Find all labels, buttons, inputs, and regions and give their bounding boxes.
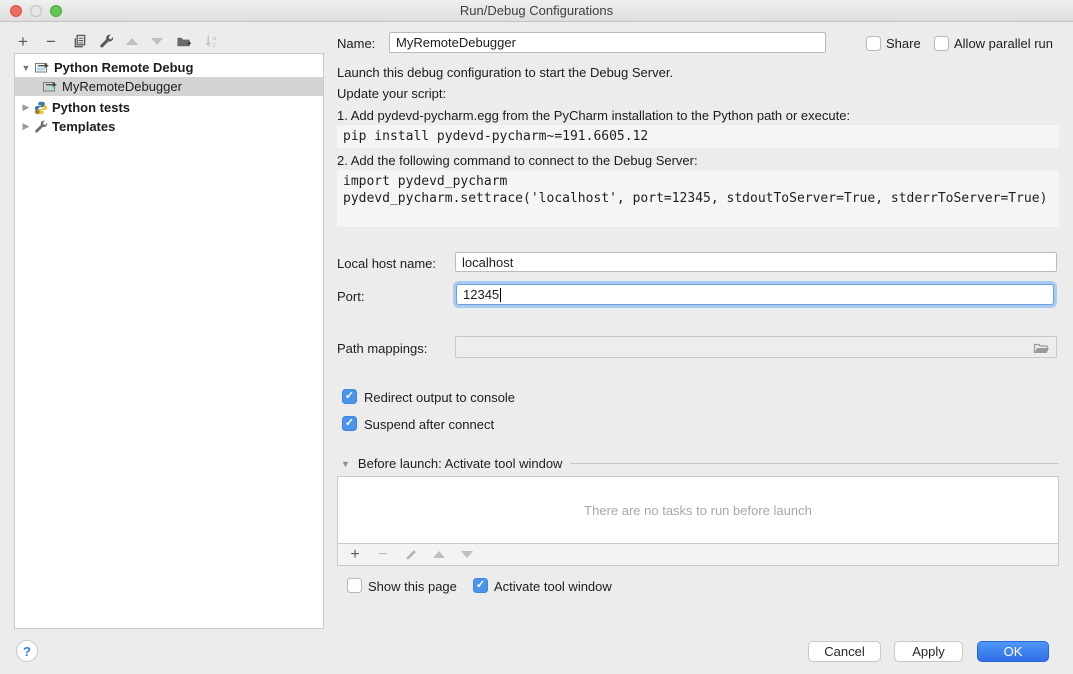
move-up-button[interactable] [122,32,142,50]
chevron-collapsed-icon[interactable]: ▶ [20,102,32,113]
plus-icon: + [350,547,359,563]
allow-parallel-run-label: Allow parallel run [954,36,1053,51]
sort-az-icon: a z [204,34,219,49]
titlebar: Run/Debug Configurations [0,0,1073,22]
pencil-icon [405,548,418,561]
question-mark-icon: ? [23,644,31,659]
chevron-expanded-icon[interactable]: ▼ [20,63,32,73]
settrace-code-line2: pydevd_pycharm.settrace('localhost', por… [343,191,1047,206]
instruction-step2: 2. Add the following command to connect … [337,153,698,168]
arrow-up-icon [433,551,445,558]
move-down-button[interactable] [147,32,167,50]
path-mappings-label: Path mappings: [337,341,427,356]
suspend-after-connect-label: Suspend after connect [364,417,494,432]
local-host-value: localhost [462,255,513,270]
tree-item-templates[interactable]: ▶ Templates [15,117,323,136]
allow-parallel-run-checkbox[interactable]: ✓ [934,36,949,51]
wrench-icon [99,34,114,49]
move-task-down-button[interactable] [458,551,476,558]
move-task-up-button[interactable] [430,551,448,558]
instruction-step1: 1. Add pydevd-pycharm.egg from the PyCha… [337,108,850,123]
name-label: Name: [337,36,375,51]
before-launch-header[interactable]: ▼ Before launch: Activate tool window [337,456,1059,471]
activate-tool-window-label: Activate tool window [494,579,612,594]
add-task-button[interactable]: + [346,547,364,563]
local-host-input[interactable]: localhost [455,252,1057,272]
empty-task-message: There are no tasks to run before launch [584,503,812,518]
before-launch-title: Before launch: Activate tool window [358,456,563,471]
tree-item-python-remote-debug[interactable]: ▼ Python Remote Debug [15,58,323,77]
add-configuration-button[interactable]: + [13,32,33,50]
remote-debug-icon [42,79,58,94]
redirect-output-checkbox[interactable]: ✓ [342,389,357,404]
redirect-output-label: Redirect output to console [364,390,515,405]
copy-configuration-button[interactable] [69,32,89,50]
arrow-up-icon [126,38,138,45]
arrow-down-icon [151,38,163,45]
help-button[interactable]: ? [16,640,38,662]
port-input[interactable]: 12345 [456,284,1054,305]
folder-plus-icon [176,34,192,49]
window-title: Run/Debug Configurations [0,3,1073,18]
activate-tool-window-checkbox[interactable]: ✓ [473,578,488,593]
apply-button[interactable]: Apply [894,641,963,662]
name-value: MyRemoteDebugger [396,35,516,50]
tree-item-python-tests[interactable]: ▶ Python tests [15,98,323,117]
show-this-page-checkbox[interactable]: ✓ [347,578,362,593]
settrace-code[interactable]: import pydevd_pycharm pydevd_pycharm.set… [337,170,1059,227]
minus-icon: − [378,547,387,563]
tree-item-label: Python Remote Debug [54,60,193,75]
pip-install-code[interactable]: pip install pydevd-pycharm~=191.6605.12 [337,125,1059,148]
port-label: Port: [337,289,364,304]
edit-task-button[interactable] [402,548,420,561]
copy-icon [72,34,87,49]
remove-task-button[interactable]: − [374,547,392,563]
instruction-update: Update your script: [337,86,446,101]
arrow-down-icon [461,551,473,558]
share-checkbox[interactable]: ✓ [866,36,881,51]
tree-item-label: Python tests [52,100,130,115]
local-host-label: Local host name: [337,256,436,271]
cancel-button[interactable]: Cancel [808,641,881,662]
create-folder-button[interactable] [174,32,194,50]
remove-configuration-button[interactable]: − [41,32,61,50]
tree-item-myremotedebugger[interactable]: MyRemoteDebugger [15,77,323,96]
before-launch-task-list[interactable]: There are no tasks to run before launch [337,476,1059,544]
share-label: Share [886,36,921,51]
svg-text:a: a [212,35,216,42]
minus-icon: − [46,33,56,50]
chevron-expanded-icon[interactable]: ▼ [341,459,350,469]
path-mappings-input[interactable] [455,336,1057,358]
python-tests-icon [34,101,48,115]
plus-icon: + [18,33,28,50]
browse-folder-icon[interactable] [1033,341,1050,355]
run-debug-configurations-dialog: Run/Debug Configurations + − a [0,0,1073,674]
suspend-after-connect-checkbox[interactable]: ✓ [342,416,357,431]
show-this-page-label: Show this page [368,579,457,594]
port-value: 12345 [463,287,499,302]
edit-templates-button[interactable] [96,32,116,50]
svg-text:z: z [212,42,215,49]
name-input[interactable]: MyRemoteDebugger [389,32,826,53]
tree-item-label: Templates [52,119,115,134]
before-launch-toolbar: + − [337,543,1059,566]
settrace-code-line1: import pydevd_pycharm [343,174,507,189]
wrench-icon [34,120,48,134]
text-caret [500,288,501,302]
remote-debug-icon [34,60,50,75]
sort-configurations-button[interactable]: a z [201,32,221,50]
ok-button[interactable]: OK [977,641,1049,662]
instruction-intro: Launch this debug configuration to start… [337,65,673,80]
configurations-tree: ▼ Python Remote Debug [14,53,324,629]
tree-item-label: MyRemoteDebugger [62,79,182,94]
chevron-collapsed-icon[interactable]: ▶ [20,121,32,132]
header-rule [570,463,1059,464]
